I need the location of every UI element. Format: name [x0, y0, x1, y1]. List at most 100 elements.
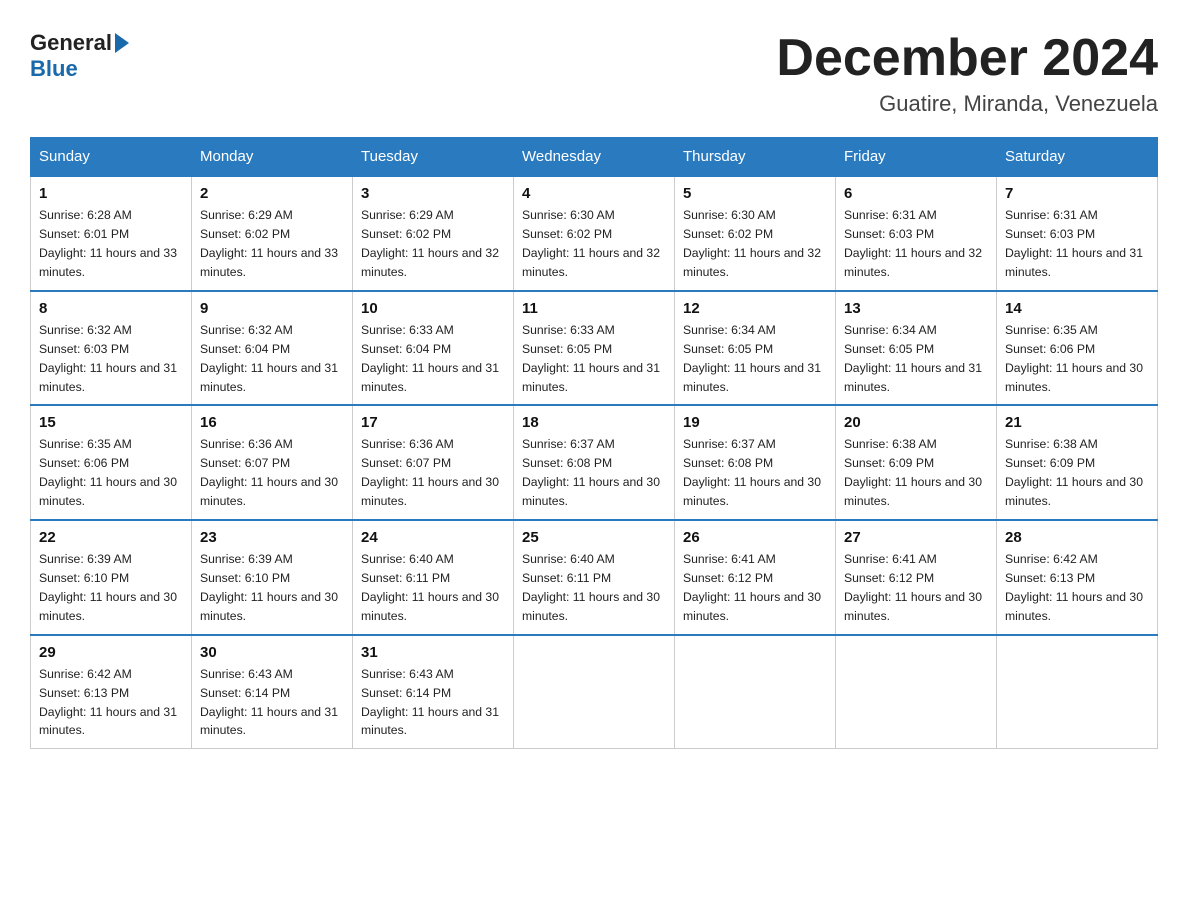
day-info-20: Sunrise: 6:38 AMSunset: 6:09 PMDaylight:…: [844, 435, 988, 511]
day-cell-8: 8 Sunrise: 6:32 AMSunset: 6:03 PMDaylight…: [31, 291, 192, 406]
day-number-2: 2: [200, 185, 344, 202]
day-number-30: 30: [200, 644, 344, 661]
day-info-23: Sunrise: 6:39 AMSunset: 6:10 PMDaylight:…: [200, 550, 344, 626]
day-number-23: 23: [200, 529, 344, 546]
day-cell-26: 26Sunrise: 6:41 AMSunset: 6:12 PMDayligh…: [675, 520, 836, 635]
day-info-18: Sunrise: 6:37 AMSunset: 6:08 PMDaylight:…: [522, 435, 666, 511]
day-info-10: Sunrise: 6:33 AMSunset: 6:04 PMDaylight:…: [361, 321, 505, 397]
day-number-25: 25: [522, 529, 666, 546]
day-cell-13: 13Sunrise: 6:34 AMSunset: 6:05 PMDayligh…: [836, 291, 997, 406]
day-info-30: Sunrise: 6:43 AMSunset: 6:14 PMDaylight:…: [200, 665, 344, 741]
day-number-13: 13: [844, 300, 988, 317]
day-cell-25: 25 Sunrise: 6:40 AMSunset: 6:11 PMDayligh…: [514, 520, 675, 635]
day-number-24: 24: [361, 529, 505, 546]
day-cell-16: 16 Sunrise: 6:36 AMSunset: 6:07 PMDayligh…: [192, 405, 353, 520]
day-info-28: Sunrise: 6:42 AMSunset: 6:13 PMDaylight:…: [1005, 550, 1149, 626]
day-info-22: Sunrise: 6:39 AMSunset: 6:10 PMDaylight:…: [39, 550, 183, 626]
day-cell-2: 2 Sunrise: 6:29 AMSunset: 6:02 PMDaylight…: [192, 176, 353, 291]
month-title: December 2024: [776, 30, 1158, 87]
logo-arrow-icon: [115, 33, 129, 53]
day-info-21: Sunrise: 6:38 AMSunset: 6:09 PMDaylight:…: [1005, 435, 1149, 511]
day-number-4: 4: [522, 185, 666, 202]
day-info-17: Sunrise: 6:36 AMSunset: 6:07 PMDaylight:…: [361, 435, 505, 511]
day-number-15: 15: [39, 414, 183, 431]
day-cell-29: 29 Sunrise: 6:42 AMSunset: 6:13 PMDayligh…: [31, 635, 192, 749]
day-number-5: 5: [683, 185, 827, 202]
week-row-3: 15 Sunrise: 6:35 AMSunset: 6:06 PMDayligh…: [31, 405, 1158, 520]
day-cell-15: 15 Sunrise: 6:35 AMSunset: 6:06 PMDayligh…: [31, 405, 192, 520]
day-number-17: 17: [361, 414, 505, 431]
calendar-body: 1 Sunrise: 6:28 AMSunset: 6:01 PMDaylight…: [31, 176, 1158, 749]
day-number-29: 29: [39, 644, 183, 661]
day-cell-22: 22 Sunrise: 6:39 AMSunset: 6:10 PMDayligh…: [31, 520, 192, 635]
day-number-31: 31: [361, 644, 505, 661]
day-info-19: Sunrise: 6:37 AMSunset: 6:08 PMDaylight:…: [683, 435, 827, 511]
header-saturday: Saturday: [997, 138, 1158, 177]
title-block: December 2024 Guatire, Miranda, Venezuel…: [776, 30, 1158, 117]
day-cell-1: 1 Sunrise: 6:28 AMSunset: 6:01 PMDaylight…: [31, 176, 192, 291]
day-info-27: Sunrise: 6:41 AMSunset: 6:12 PMDaylight:…: [844, 550, 988, 626]
day-number-14: 14: [1005, 300, 1149, 317]
day-number-10: 10: [361, 300, 505, 317]
day-info-15: Sunrise: 6:35 AMSunset: 6:06 PMDaylight:…: [39, 435, 183, 511]
day-cell-10: 10 Sunrise: 6:33 AMSunset: 6:04 PMDayligh…: [353, 291, 514, 406]
day-info-6: Sunrise: 6:31 AMSunset: 6:03 PMDaylight:…: [844, 206, 988, 282]
day-number-8: 8: [39, 300, 183, 317]
day-cell-5: 5 Sunrise: 6:30 AMSunset: 6:02 PMDaylight…: [675, 176, 836, 291]
empty-cell: [997, 635, 1158, 749]
header-friday: Friday: [836, 138, 997, 177]
day-number-3: 3: [361, 185, 505, 202]
day-info-16: Sunrise: 6:36 AMSunset: 6:07 PMDaylight:…: [200, 435, 344, 511]
day-number-20: 20: [844, 414, 988, 431]
day-info-3: Sunrise: 6:29 AMSunset: 6:02 PMDaylight:…: [361, 206, 505, 282]
day-number-12: 12: [683, 300, 827, 317]
header-thursday: Thursday: [675, 138, 836, 177]
day-number-9: 9: [200, 300, 344, 317]
day-cell-21: 21 Sunrise: 6:38 AMSunset: 6:09 PMDayligh…: [997, 405, 1158, 520]
logo-general-text: General: [30, 30, 112, 56]
day-cell-20: 20 Sunrise: 6:38 AMSunset: 6:09 PMDayligh…: [836, 405, 997, 520]
empty-cell: [836, 635, 997, 749]
week-row-5: 29 Sunrise: 6:42 AMSunset: 6:13 PMDayligh…: [31, 635, 1158, 749]
day-cell-27: 27 Sunrise: 6:41 AMSunset: 6:12 PMDayligh…: [836, 520, 997, 635]
day-number-19: 19: [683, 414, 827, 431]
day-info-1: Sunrise: 6:28 AMSunset: 6:01 PMDaylight:…: [39, 206, 183, 282]
day-info-12: Sunrise: 6:34 AMSunset: 6:05 PMDaylight:…: [683, 321, 827, 397]
day-cell-9: 9 Sunrise: 6:32 AMSunset: 6:04 PMDaylight…: [192, 291, 353, 406]
logo-blue-text: Blue: [30, 56, 78, 82]
day-cell-14: 14 Sunrise: 6:35 AMSunset: 6:06 PMDayligh…: [997, 291, 1158, 406]
day-info-5: Sunrise: 6:30 AMSunset: 6:02 PMDaylight:…: [683, 206, 827, 282]
day-cell-4: 4Sunrise: 6:30 AMSunset: 6:02 PMDaylight…: [514, 176, 675, 291]
day-cell-23: 23 Sunrise: 6:39 AMSunset: 6:10 PMDayligh…: [192, 520, 353, 635]
day-cell-17: 17 Sunrise: 6:36 AMSunset: 6:07 PMDayligh…: [353, 405, 514, 520]
calendar-table: SundayMondayTuesdayWednesdayThursdayFrid…: [30, 137, 1158, 749]
week-row-2: 8 Sunrise: 6:32 AMSunset: 6:03 PMDaylight…: [31, 291, 1158, 406]
day-info-25: Sunrise: 6:40 AMSunset: 6:11 PMDaylight:…: [522, 550, 666, 626]
day-number-22: 22: [39, 529, 183, 546]
day-number-11: 11: [522, 300, 666, 317]
day-number-16: 16: [200, 414, 344, 431]
day-cell-19: 19 Sunrise: 6:37 AMSunset: 6:08 PMDayligh…: [675, 405, 836, 520]
week-row-4: 22 Sunrise: 6:39 AMSunset: 6:10 PMDayligh…: [31, 520, 1158, 635]
day-cell-12: 12 Sunrise: 6:34 AMSunset: 6:05 PMDayligh…: [675, 291, 836, 406]
day-number-1: 1: [39, 185, 183, 202]
day-info-2: Sunrise: 6:29 AMSunset: 6:02 PMDaylight:…: [200, 206, 344, 282]
location-title: Guatire, Miranda, Venezuela: [776, 91, 1158, 117]
day-info-24: Sunrise: 6:40 AMSunset: 6:11 PMDaylight:…: [361, 550, 505, 626]
day-info-8: Sunrise: 6:32 AMSunset: 6:03 PMDaylight:…: [39, 321, 183, 397]
day-number-21: 21: [1005, 414, 1149, 431]
logo: General Blue: [30, 30, 129, 82]
day-cell-11: 11 Sunrise: 6:33 AMSunset: 6:05 PMDayligh…: [514, 291, 675, 406]
day-number-26: 26: [683, 529, 827, 546]
day-info-31: Sunrise: 6:43 AMSunset: 6:14 PMDaylight:…: [361, 665, 505, 741]
page-header: General Blue December 2024 Guatire, Mira…: [30, 30, 1158, 117]
day-info-9: Sunrise: 6:32 AMSunset: 6:04 PMDaylight:…: [200, 321, 344, 397]
day-info-29: Sunrise: 6:42 AMSunset: 6:13 PMDaylight:…: [39, 665, 183, 741]
day-info-14: Sunrise: 6:35 AMSunset: 6:06 PMDaylight:…: [1005, 321, 1149, 397]
day-cell-24: 24 Sunrise: 6:40 AMSunset: 6:11 PMDayligh…: [353, 520, 514, 635]
day-info-11: Sunrise: 6:33 AMSunset: 6:05 PMDaylight:…: [522, 321, 666, 397]
day-number-27: 27: [844, 529, 988, 546]
day-info-7: Sunrise: 6:31 AMSunset: 6:03 PMDaylight:…: [1005, 206, 1149, 282]
empty-cell: [514, 635, 675, 749]
day-cell-30: 30 Sunrise: 6:43 AMSunset: 6:14 PMDayligh…: [192, 635, 353, 749]
